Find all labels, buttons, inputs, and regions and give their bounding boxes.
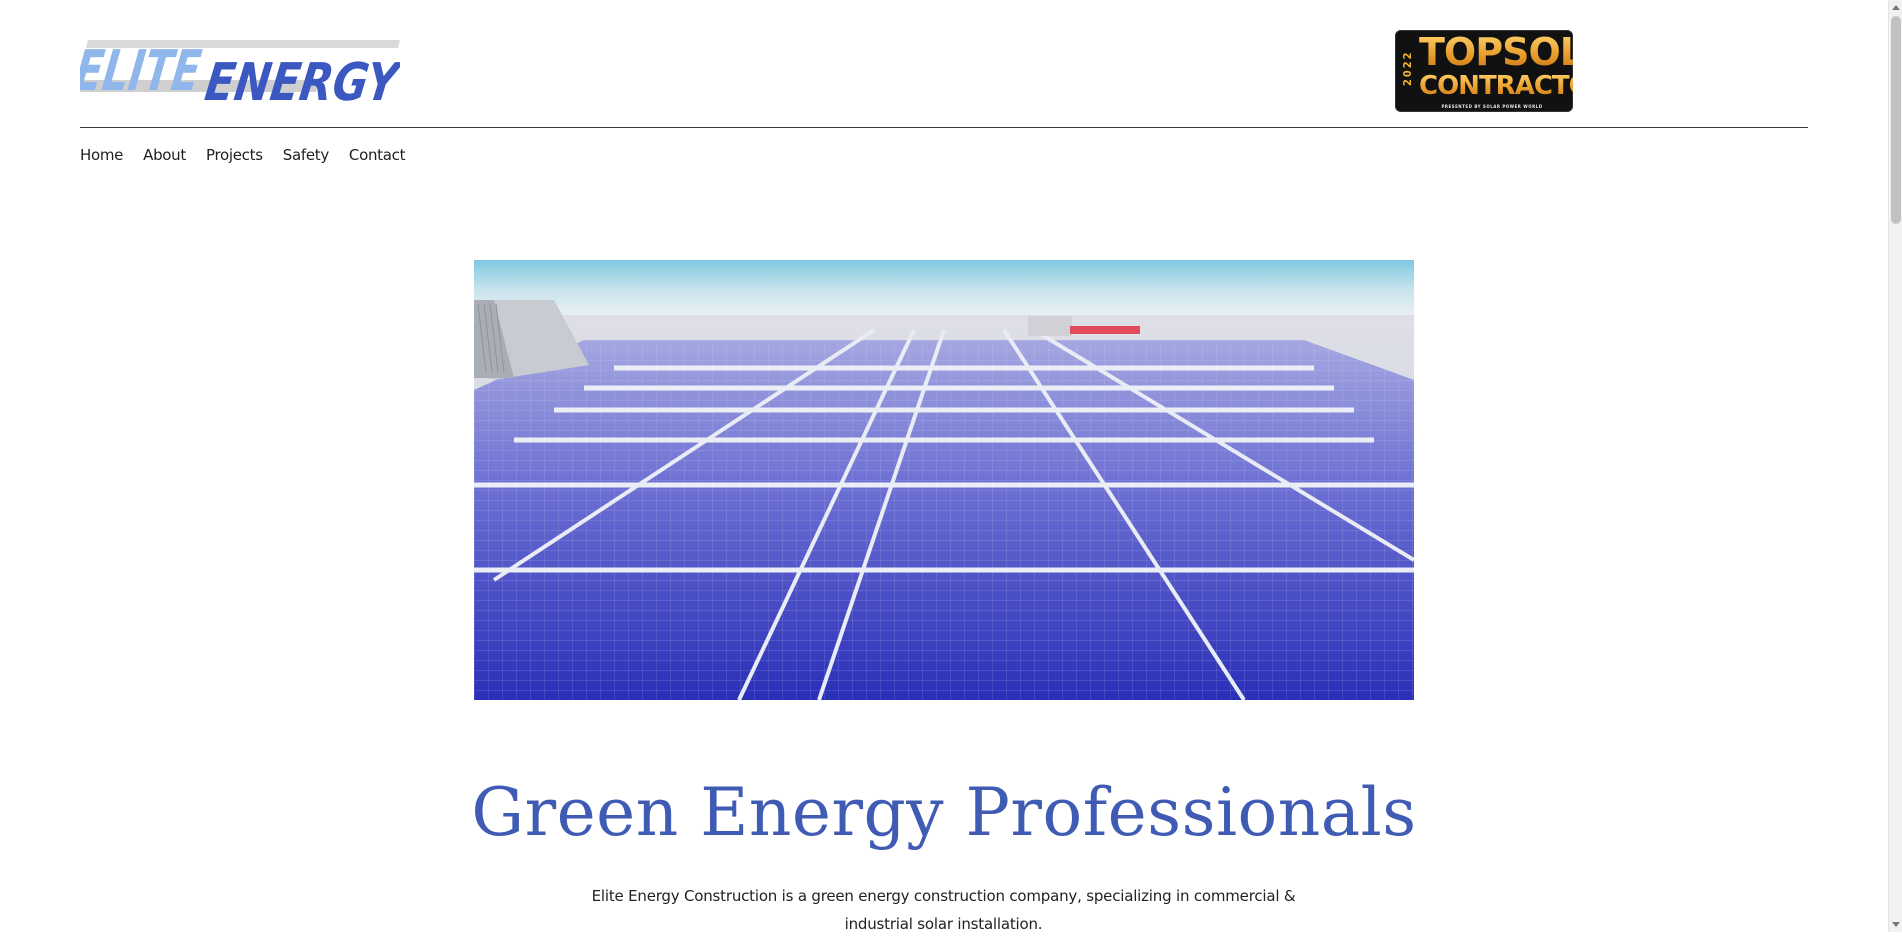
company-description: Elite Energy Construction is a green ene… bbox=[591, 887, 1296, 933]
nav-item-contact[interactable]: Contact bbox=[349, 145, 406, 165]
logo-part1: ELITE bbox=[80, 39, 205, 102]
header-divider bbox=[80, 127, 1808, 128]
badge-line2: CONTRACTORS bbox=[1419, 72, 1573, 100]
nav-item-safety[interactable]: Safety bbox=[283, 145, 329, 165]
page-title: Green Energy Professionals bbox=[471, 774, 1417, 851]
scroll-up-arrow-icon[interactable] bbox=[1889, 0, 1902, 14]
badge-line1: TOPSOLAR bbox=[1419, 32, 1573, 72]
page-scrollbar[interactable] bbox=[1888, 0, 1902, 932]
main-nav: Home About Projects Safety Contact bbox=[80, 145, 425, 165]
elite-energy-logo[interactable]: ELITE ENERGY bbox=[80, 38, 400, 102]
page: ELITE ENERGY 2022 TOPSOLAR CONTRACTORS P… bbox=[0, 0, 1888, 933]
badge-year: 2022 bbox=[1401, 50, 1414, 86]
scroll-down-arrow-icon[interactable] bbox=[1889, 918, 1902, 932]
badge-subtitle: PRESENTED BY SOLAR POWER WORLD bbox=[1441, 104, 1543, 109]
nav-item-about[interactable]: About bbox=[143, 145, 186, 165]
top-solar-contractors-badge: 2022 TOPSOLAR CONTRACTORS PRESENTED BY S… bbox=[1395, 30, 1573, 112]
nav-item-home[interactable]: Home bbox=[80, 145, 123, 165]
logo-part2: ENERGY bbox=[201, 53, 400, 102]
nav-item-projects[interactable]: Projects bbox=[206, 145, 263, 165]
hero-image bbox=[474, 260, 1414, 700]
scrollbar-thumb[interactable] bbox=[1891, 16, 1901, 224]
